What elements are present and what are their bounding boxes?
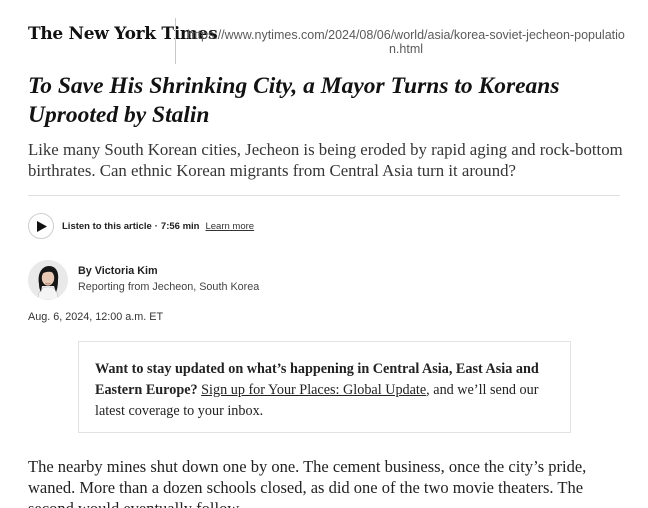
article-url: https://www.nytimes.com/2024/08/06/world…	[187, 28, 625, 56]
byline: By Victoria Kim Reporting from Jecheon, …	[78, 263, 259, 295]
play-button[interactable]	[28, 213, 54, 239]
byline-author[interactable]: By Victoria Kim	[78, 263, 259, 279]
article-headline: To Save His Shrinking City, a Mayor Turn…	[28, 73, 560, 128]
byline-location: Reporting from Jecheon, South Korea	[78, 281, 260, 293]
author-photo-icon	[28, 260, 68, 300]
body-paragraph: The nearby mines shut down one by one. T…	[28, 457, 587, 508]
learn-more-link[interactable]: Learn more	[205, 221, 254, 232]
audio-label: Listen to this article	[62, 220, 152, 232]
article-summary: Like many South Korean cities, Jecheon i…	[28, 140, 623, 180]
summary-divider	[28, 195, 620, 196]
audio-player: Listen to this article · 7:56 min Learn …	[28, 212, 254, 240]
play-icon	[37, 220, 47, 232]
masthead-divider	[175, 18, 176, 64]
audio-duration: 7:56 min	[160, 220, 200, 232]
publish-date: Aug. 6, 2024, 12:00 a.m. ET	[28, 311, 164, 323]
masthead: The New York Times https://www.nytimes.c…	[28, 18, 628, 64]
author-avatar[interactable]	[28, 260, 68, 300]
audio-separator: ·	[154, 220, 158, 232]
newsletter-signup-link[interactable]: Sign up for Your Places: Global Update	[201, 382, 426, 398]
newsletter-promo: Want to stay updated on what’s happening…	[78, 341, 571, 433]
